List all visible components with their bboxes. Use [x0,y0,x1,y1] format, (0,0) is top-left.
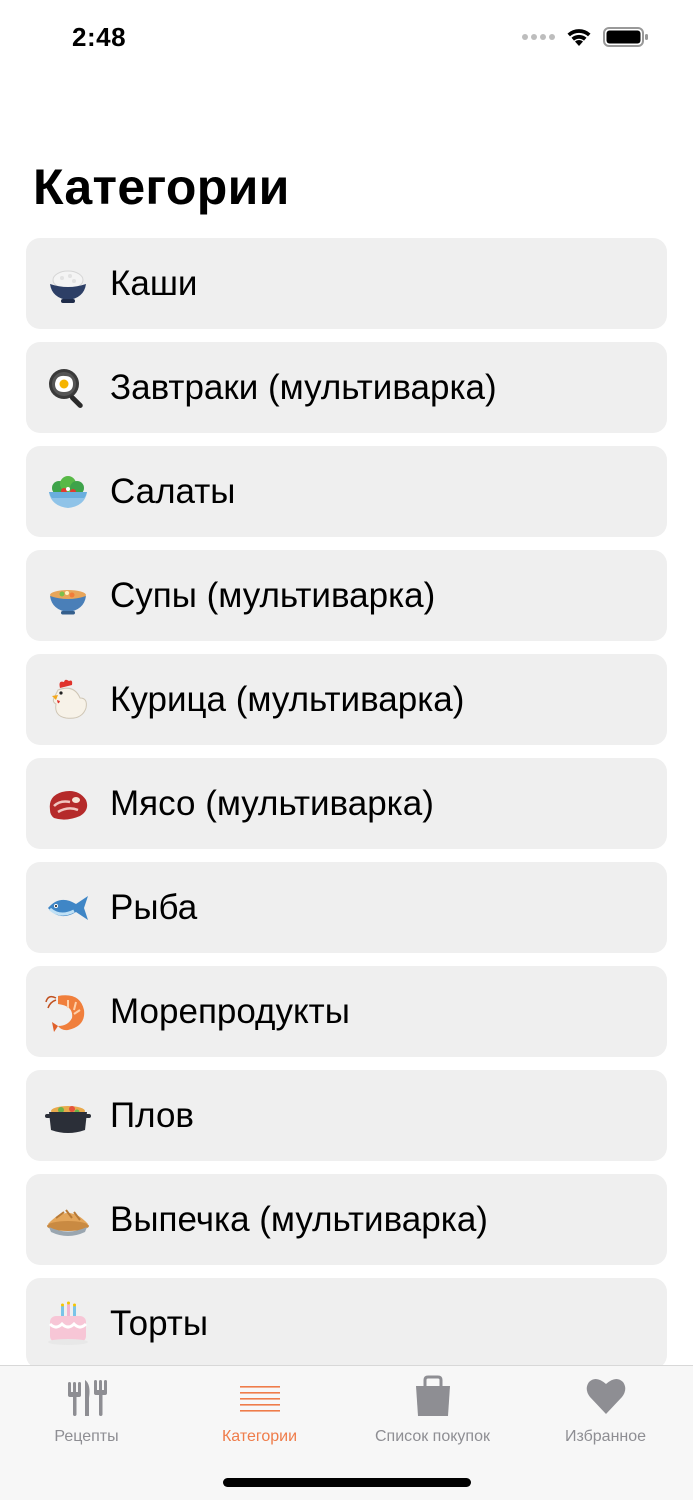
category-label: Морепродукты [110,991,350,1031]
category-row-salads[interactable]: Салаты [26,446,667,537]
tab-label: Рецепты [54,1428,119,1445]
tab-favorites[interactable]: Избранное [519,1374,692,1446]
soup-bowl-icon [26,572,110,620]
category-label: Рыба [110,887,198,927]
category-label: Салаты [110,471,236,511]
category-label: Плов [110,1095,195,1135]
pie-icon [26,1196,110,1244]
fish-icon [26,884,110,932]
category-label: Каши [110,263,198,303]
category-list: Каши Завтраки (мультиварка) Салаты Супы … [26,238,667,1382]
tab-label: Категории [221,1428,298,1445]
category-label: Мясо (мультиварка) [110,783,434,823]
heart-icon [586,1378,625,1414]
shopping-bag-icon [415,1375,450,1416]
status-bar: 2:48 [0,0,693,80]
category-row-kashi[interactable]: Каши [26,238,667,329]
category-row-soups[interactable]: Супы (мультиварка) [26,550,667,641]
status-indicators [522,26,649,48]
tab-label: Избранное [564,1428,647,1445]
category-row-seafood[interactable]: Морепродукты [26,966,667,1057]
tab-recipes[interactable]: Рецепты [0,1374,173,1446]
battery-icon [603,27,648,47]
category-label: Супы (мультиварка) [110,575,436,615]
rice-bowl-icon [26,260,110,308]
category-row-cakes[interactable]: Торты [26,1278,667,1369]
category-label: Выпечка (мультиварка) [110,1199,488,1239]
chicken-icon [26,676,110,724]
cellular-signal-icon [522,34,555,40]
tab-shopping-list[interactable]: Список покупок [346,1374,519,1446]
status-time: 2:48 [72,22,127,52]
salad-icon [26,468,110,516]
category-row-chicken[interactable]: Курица (мультиварка) [26,654,667,745]
wifi-icon [567,29,591,46]
frying-egg-icon [26,364,110,412]
category-label: Торты [110,1303,208,1343]
category-label: Курица (мультиварка) [110,679,465,719]
pot-icon [26,1092,110,1140]
category-row-plov[interactable]: Плов [26,1070,667,1161]
category-row-meat[interactable]: Мясо (мультиварка) [26,758,667,849]
shrimp-icon [26,988,110,1036]
page-title: Категории [33,159,290,215]
tab-categories[interactable]: Категории [173,1374,346,1446]
category-row-baking[interactable]: Выпечка (мультиварка) [26,1174,667,1265]
category-label: Завтраки (мультиварка) [110,367,497,407]
category-row-breakfasts[interactable]: Завтраки (мультиварка) [26,342,667,433]
fork-knife-icon [67,1380,107,1416]
tab-label: Список покупок [375,1428,490,1445]
list-lines-icon [239,1386,280,1412]
cake-icon [26,1300,110,1348]
home-indicator [223,1478,471,1487]
meat-icon [26,780,110,828]
category-row-fish[interactable]: Рыба [26,862,667,953]
